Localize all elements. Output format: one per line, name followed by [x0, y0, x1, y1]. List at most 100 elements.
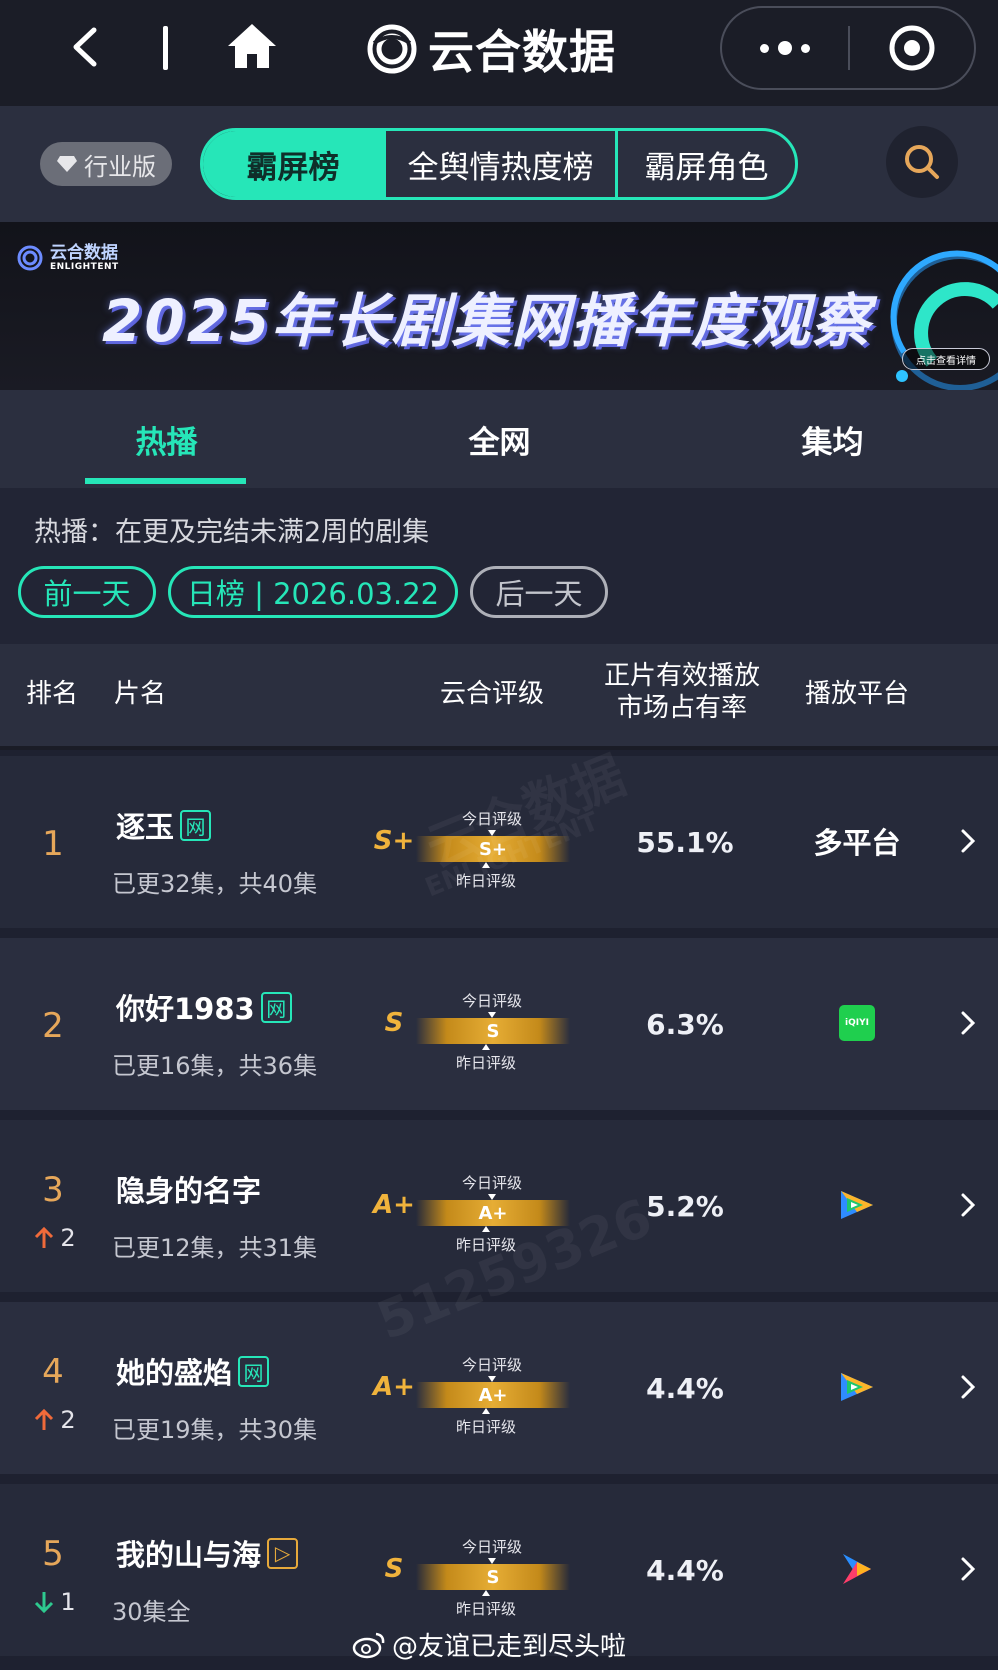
gauge-bar-grade: A+: [478, 1202, 508, 1224]
search-button[interactable]: [886, 126, 958, 198]
rank-number: 3: [42, 1170, 64, 1210]
chevron-right-icon[interactable]: [956, 1554, 980, 1584]
table-row[interactable]: 4 2 她的盛焰网已更19集，共30集 A+ 今日评级 A+ 昨日评级 4.4%: [0, 1302, 998, 1474]
gauge-yesterday-label: 昨日评级: [456, 1236, 517, 1254]
rank-change-value: 1: [60, 1588, 76, 1616]
yunhe-logo-icon: [367, 24, 417, 74]
mini-program-capsule: [720, 6, 976, 90]
drama-title: 我的山与海: [116, 1538, 262, 1572]
chevron-right-icon[interactable]: [956, 826, 980, 856]
rank-change: 1: [30, 1588, 80, 1616]
episode-progress: 已更16集，共36集: [112, 1052, 318, 1080]
rank-number: 1: [42, 824, 64, 864]
table-row[interactable]: 1 逐玉网已更32集，共40集 S+ 今日评级 S+ 昨日评级 55.1% 多平台: [0, 756, 998, 928]
prev-day-button[interactable]: 前一天: [18, 566, 156, 618]
yesterday-marker: [482, 1408, 490, 1414]
rank-change-value: 2: [60, 1406, 76, 1434]
today-marker: [488, 1376, 496, 1382]
platform-cell[interactable]: [792, 1544, 922, 1594]
chevron-right-icon[interactable]: [956, 1372, 980, 1402]
banner-brand-en: ENLIGHTENT: [50, 262, 119, 272]
yesterday-marker: [482, 862, 490, 868]
market-share-value: 6.3%: [646, 1008, 724, 1041]
drama-title: 你好1983: [116, 992, 255, 1026]
gauge-today-label: 今日评级: [462, 1356, 523, 1374]
ranking-segment-control: 霸屏榜 全舆情热度榜 霸屏角色: [200, 128, 798, 200]
sub-tab-bar: 热播 全网 集均: [0, 390, 998, 488]
gauge-bar-grade: S: [486, 1020, 500, 1042]
today-marker: [488, 1194, 496, 1200]
gauge-yesterday-label: 昨日评级: [456, 1600, 517, 1618]
banner-detail-button[interactable]: 点击查看详情: [902, 348, 990, 370]
close-miniprogram-icon[interactable]: [850, 24, 974, 72]
table-header: 排名 片名 云合评级 正片有效播放 市场占有率 播放平台: [0, 644, 998, 750]
subtab-per-episode[interactable]: 集均: [666, 390, 998, 488]
tab-baping-role[interactable]: 霸屏角色: [615, 131, 795, 197]
industry-edition-badge[interactable]: 行业版: [40, 142, 172, 186]
gauge-today-label: 今日评级: [462, 992, 523, 1010]
rank-change: 2: [30, 1406, 80, 1434]
drama-title: 隐身的名字: [116, 1174, 262, 1208]
banner-logo-icon: [17, 245, 43, 271]
chevron-right-icon[interactable]: [956, 1008, 980, 1038]
platform-cell[interactable]: [792, 1180, 922, 1230]
annual-report-banner[interactable]: 云合数据 ENLIGHTENT 2025年长剧集网播年度观察 点击查看详情: [0, 222, 998, 390]
platform-cell[interactable]: 多平台: [792, 816, 922, 866]
tab-bapingbang[interactable]: 霸屏榜: [203, 131, 383, 197]
header-grade: 云合评级: [439, 679, 544, 709]
subtab-hot[interactable]: 热播: [0, 390, 333, 488]
header-platform: 播放平台: [804, 679, 909, 709]
chevron-right-icon[interactable]: [956, 1190, 980, 1220]
weibo-handle: @友谊已走到尽头啦: [392, 1632, 627, 1662]
weibo-icon: [352, 1632, 385, 1658]
next-day-button[interactable]: 后一天: [470, 566, 608, 618]
gauge-today-label: 今日评级: [462, 1538, 523, 1556]
youku-exclusive-tag: ▷: [267, 1537, 299, 1569]
hot-definition-note: 热播：在更及完结未满2周的剧集: [34, 517, 430, 548]
daily-date-picker[interactable]: 日榜 | 2026.03.22: [168, 566, 458, 618]
today-marker: [488, 830, 496, 836]
rank-number: 2: [42, 1006, 64, 1046]
tab-quanyuqing[interactable]: 全舆情热度榜: [383, 131, 615, 197]
platform-cell[interactable]: iQIYI: [792, 998, 922, 1048]
web-drama-tag: 网: [180, 809, 212, 841]
yesterday-marker: [482, 1044, 490, 1050]
home-icon[interactable]: [224, 20, 280, 72]
date-filter-area: 热播：在更及完结未满2周的剧集 前一天 日榜 | 2026.03.22 后一天: [0, 488, 998, 644]
rank-up-arrow-icon: [35, 1408, 54, 1430]
episode-progress: 30集全: [112, 1598, 191, 1626]
grade-label: S+: [373, 826, 415, 856]
grade-gauge: 今日评级 S 昨日评级: [416, 1536, 570, 1618]
grade-gauge: 今日评级 A+ 昨日评级: [416, 1172, 570, 1254]
episode-progress: 已更12集，共31集: [112, 1234, 318, 1262]
header-rank: 排名: [25, 679, 78, 709]
drama-title: 她的盛焰: [116, 1356, 233, 1390]
table-row[interactable]: 2 你好1983 网已更16集，共36集 S 今日评级 S 昨日评级 6.3% iQIY…: [0, 938, 998, 1110]
ranking-tab-bar: 行业版 霸屏榜 全舆情热度榜 霸屏角色: [0, 106, 998, 222]
today-marker: [488, 1558, 496, 1564]
episode-progress: 已更32集，共40集: [112, 870, 318, 898]
table-row[interactable]: 3 2 隐身的名字 已更12集，共31集 A+ 今日评级 A+ 昨日评级 5.2%: [0, 1120, 998, 1292]
rank-number: 4: [42, 1352, 64, 1392]
drama-title-line: 我的山与海 ▷: [116, 1532, 299, 1574]
youku-icon: [843, 1554, 871, 1584]
gauge-yesterday-label: 昨日评级: [456, 1054, 517, 1072]
grade-label: S: [384, 1008, 404, 1038]
drama-title-line: 逐玉网: [116, 804, 212, 846]
nav-divider: [163, 26, 168, 70]
banner-brand: 云合数据 ENLIGHTENT: [16, 244, 119, 272]
market-share-value: 4.4%: [646, 1554, 724, 1587]
drama-title-line: 你好1983 网: [116, 986, 292, 1028]
platform-cell[interactable]: [792, 1362, 922, 1412]
more-options-icon[interactable]: [722, 8, 848, 88]
header-share-line2: 市场占有率: [616, 693, 747, 723]
gauge-today-label: 今日评级: [462, 810, 523, 828]
grade-label: A+: [373, 1190, 415, 1220]
back-arrow-icon[interactable]: [62, 22, 112, 72]
drama-title-line: 隐身的名字: [116, 1168, 261, 1210]
episode-progress: 已更19集，共30集: [112, 1416, 318, 1444]
gauge-yesterday-label: 昨日评级: [456, 1418, 517, 1436]
tencent-video-icon: [841, 1191, 873, 1219]
subtab-all-network[interactable]: 全网: [333, 390, 666, 488]
app-title: 云合数据: [366, 14, 616, 84]
